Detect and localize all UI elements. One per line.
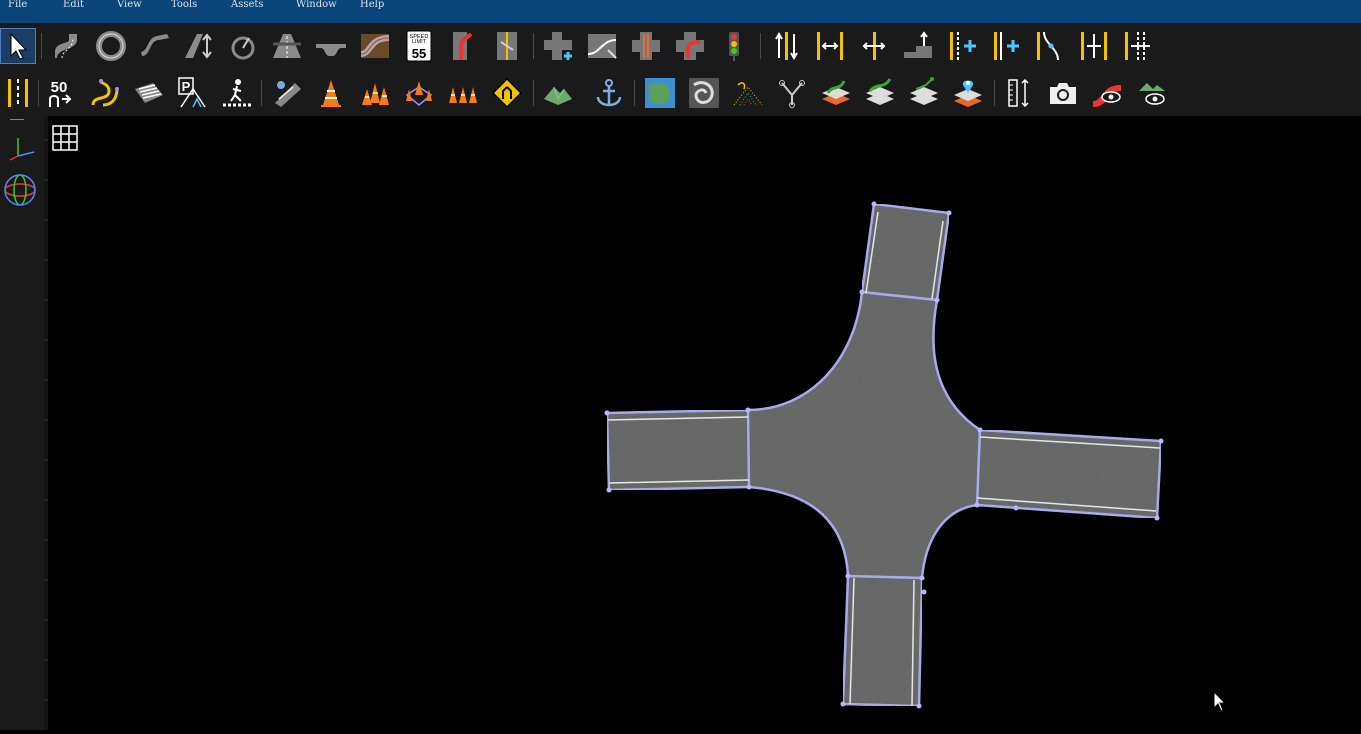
road-west[interactable] xyxy=(605,408,751,492)
road-south[interactable] xyxy=(841,574,924,708)
grid-toggle-icon[interactable] xyxy=(52,125,78,151)
road-scene[interactable] xyxy=(0,0,1361,730)
mouse-cursor-icon xyxy=(1213,691,1227,712)
road-north[interactable] xyxy=(860,202,951,302)
junction-area[interactable] xyxy=(746,290,982,580)
